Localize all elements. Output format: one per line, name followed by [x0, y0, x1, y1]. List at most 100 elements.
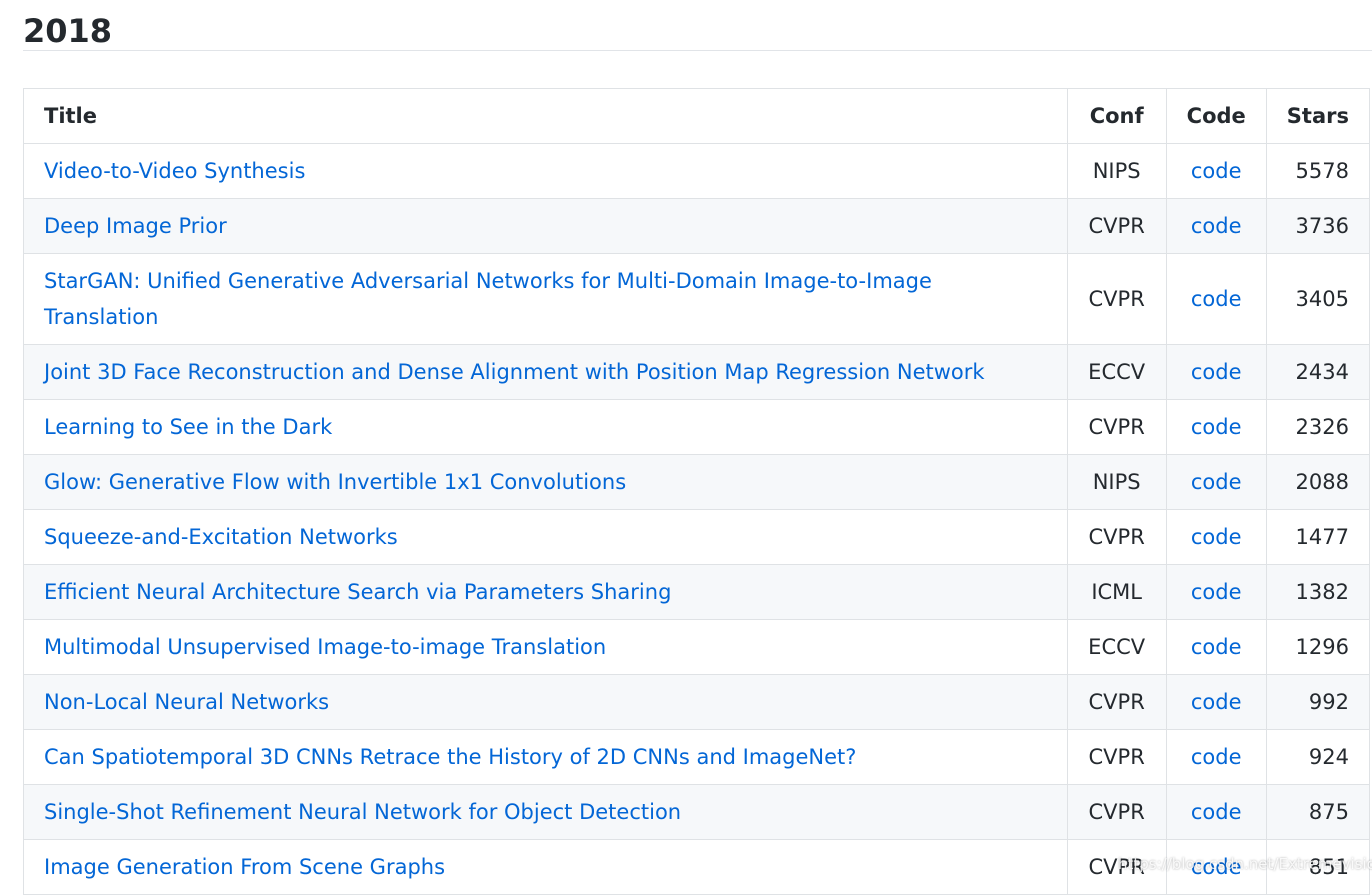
table-header-row: Title Conf Code Stars — [23, 88, 1371, 144]
title-cell: Learning to See in the Dark — [23, 399, 1068, 455]
table-row: Deep Image Prior CVPR code 3736 — [23, 198, 1371, 254]
code-link[interactable]: code — [1191, 690, 1242, 714]
papers-table: Title Conf Code Stars Video-to-Video Syn… — [23, 88, 1371, 895]
table-row: Can Spatiotemporal 3D CNNs Retrace the H… — [23, 729, 1371, 785]
code-cell: code — [1165, 784, 1267, 840]
conference-cell: CVPR — [1066, 253, 1167, 345]
table-row: Learning to See in the Dark CVPR code 2326 — [23, 399, 1371, 455]
table-row: Squeeze-and-Excitation Networks CVPR code 1… — [23, 509, 1371, 565]
paper-title-link[interactable]: Efficient Neural Architecture Search via… — [44, 580, 671, 604]
code-link[interactable]: code — [1191, 635, 1242, 659]
stars-cell: 992 — [1265, 674, 1371, 730]
title-cell: Glow: Generative Flow with Invertible 1x… — [23, 454, 1068, 510]
title-cell: Squeeze-and-Excitation Networks — [23, 509, 1068, 565]
stars-cell: 1477 — [1265, 509, 1371, 565]
code-link[interactable]: code — [1191, 745, 1242, 769]
conference-cell: CVPR — [1066, 399, 1167, 455]
stars-cell: 2326 — [1265, 399, 1371, 455]
section-heading-year: 2018 — [23, 0, 1372, 51]
title-cell: Non-Local Neural Networks — [23, 674, 1068, 730]
table-row: Joint 3D Face Reconstruction and Dense A… — [23, 344, 1371, 400]
page: 2018 Title Conf Code Stars Video-to-Vide… — [23, 0, 1372, 895]
code-link[interactable]: code — [1191, 360, 1242, 384]
conference-cell: NIPS — [1066, 143, 1167, 199]
title-cell: Single-Shot Refinement Neural Network fo… — [23, 784, 1068, 840]
column-header-title: Title — [23, 88, 1068, 144]
conference-cell: CVPR — [1066, 839, 1167, 895]
title-cell: Video-to-Video Synthesis — [23, 143, 1068, 199]
paper-title-link[interactable]: Glow: Generative Flow with Invertible 1x… — [44, 470, 626, 494]
code-link[interactable]: code — [1191, 525, 1242, 549]
paper-title-link[interactable]: Deep Image Prior — [44, 214, 227, 238]
code-cell: code — [1165, 253, 1267, 345]
column-header-stars: Stars — [1265, 88, 1371, 144]
paper-title-link[interactable]: Multimodal Unsupervised Image-to-image T… — [44, 635, 606, 659]
stars-cell: 5578 — [1265, 143, 1371, 199]
table-body: Video-to-Video Synthesis NIPS code 5578 Deep… — [23, 143, 1371, 895]
table-row: StarGAN: Unified Generative Adversarial … — [23, 253, 1371, 345]
code-cell: code — [1165, 399, 1267, 455]
column-header-conf: Conf — [1066, 88, 1167, 144]
code-link[interactable]: code — [1191, 470, 1242, 494]
conference-cell: CVPR — [1066, 674, 1167, 730]
title-cell: Multimodal Unsupervised Image-to-image T… — [23, 619, 1068, 675]
stars-cell: 1296 — [1265, 619, 1371, 675]
paper-title-link[interactable]: StarGAN: Unified Generative Adversarial … — [44, 269, 932, 329]
code-cell: code — [1165, 729, 1267, 785]
code-cell: code — [1165, 454, 1267, 510]
conference-cell: ECCV — [1066, 619, 1167, 675]
code-cell: code — [1165, 674, 1267, 730]
stars-cell: 1382 — [1265, 564, 1371, 620]
code-cell: code — [1165, 509, 1267, 565]
conference-cell: NIPS — [1066, 454, 1167, 510]
table-row: Single-Shot Refinement Neural Network fo… — [23, 784, 1371, 840]
title-cell: Efficient Neural Architecture Search via… — [23, 564, 1068, 620]
paper-title-link[interactable]: Image Generation From Scene Graphs — [44, 855, 445, 879]
code-cell: code — [1165, 564, 1267, 620]
paper-title-link[interactable]: Can Spatiotemporal 3D CNNs Retrace the H… — [44, 745, 856, 769]
title-cell: Image Generation From Scene Graphs — [23, 839, 1068, 895]
stars-cell: 875 — [1265, 784, 1371, 840]
table-row: Multimodal Unsupervised Image-to-image T… — [23, 619, 1371, 675]
code-cell: code — [1165, 619, 1267, 675]
paper-title-link[interactable]: Learning to See in the Dark — [44, 415, 332, 439]
code-cell: code — [1165, 839, 1267, 895]
paper-title-link[interactable]: Video-to-Video Synthesis — [44, 159, 305, 183]
code-cell: code — [1165, 344, 1267, 400]
stars-cell: 3736 — [1265, 198, 1371, 254]
paper-title-link[interactable]: Joint 3D Face Reconstruction and Dense A… — [44, 360, 985, 384]
table-row: Non-Local Neural Networks CVPR code 992 — [23, 674, 1371, 730]
stars-cell: 851 — [1265, 839, 1371, 895]
title-cell: Joint 3D Face Reconstruction and Dense A… — [23, 344, 1068, 400]
title-cell: Can Spatiotemporal 3D CNNs Retrace the H… — [23, 729, 1068, 785]
stars-cell: 924 — [1265, 729, 1371, 785]
conference-cell: ECCV — [1066, 344, 1167, 400]
column-header-code: Code — [1165, 88, 1267, 144]
code-link[interactable]: code — [1191, 800, 1242, 824]
code-cell: code — [1165, 198, 1267, 254]
stars-cell: 2088 — [1265, 454, 1371, 510]
conference-cell: ICML — [1066, 564, 1167, 620]
paper-title-link[interactable]: Non-Local Neural Networks — [44, 690, 329, 714]
conference-cell: CVPR — [1066, 509, 1167, 565]
stars-cell: 3405 — [1265, 253, 1371, 345]
table-row: Efficient Neural Architecture Search via… — [23, 564, 1371, 620]
conference-cell: CVPR — [1066, 198, 1167, 254]
table-row: Video-to-Video Synthesis NIPS code 5578 — [23, 143, 1371, 199]
code-link[interactable]: code — [1191, 287, 1242, 311]
code-link[interactable]: code — [1191, 580, 1242, 604]
table-row: Glow: Generative Flow with Invertible 1x… — [23, 454, 1371, 510]
code-link[interactable]: code — [1191, 855, 1242, 879]
stars-cell: 2434 — [1265, 344, 1371, 400]
title-cell: Deep Image Prior — [23, 198, 1068, 254]
paper-title-link[interactable]: Single-Shot Refinement Neural Network fo… — [44, 800, 681, 824]
conference-cell: CVPR — [1066, 784, 1167, 840]
code-link[interactable]: code — [1191, 415, 1242, 439]
table-row: Image Generation From Scene Graphs CVPR co… — [23, 839, 1371, 895]
code-cell: code — [1165, 143, 1267, 199]
title-cell: StarGAN: Unified Generative Adversarial … — [23, 253, 1068, 345]
code-link[interactable]: code — [1191, 159, 1242, 183]
code-link[interactable]: code — [1191, 214, 1242, 238]
conference-cell: CVPR — [1066, 729, 1167, 785]
paper-title-link[interactable]: Squeeze-and-Excitation Networks — [44, 525, 398, 549]
